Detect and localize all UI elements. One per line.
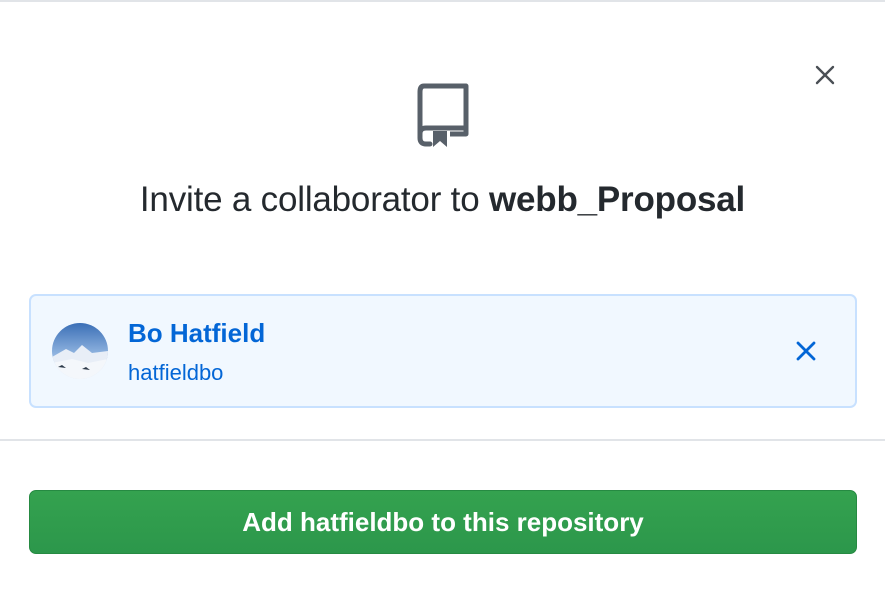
repo-icon <box>417 83 469 147</box>
title-prefix: Invite a collaborator to <box>139 180 480 219</box>
close-dialog-button[interactable] <box>808 58 842 92</box>
dialog-title: Invite a collaborator to webb_Proposal <box>0 180 885 220</box>
avatar <box>52 323 108 379</box>
selected-user-card: Bo Hatfield hatfieldbo <box>29 294 857 408</box>
close-icon <box>796 341 816 361</box>
repo-name: webb_Proposal <box>489 180 746 219</box>
invite-collaborator-dialog: Invite a collaborator to webb_Proposal B… <box>0 0 885 596</box>
divider <box>0 439 885 441</box>
user-login[interactable]: hatfieldbo <box>128 360 223 386</box>
remove-user-button[interactable] <box>791 336 821 366</box>
user-display-name[interactable]: Bo Hatfield <box>128 318 265 349</box>
add-collaborator-button[interactable]: Add hatfieldbo to this repository <box>29 490 857 554</box>
close-icon <box>815 65 835 85</box>
